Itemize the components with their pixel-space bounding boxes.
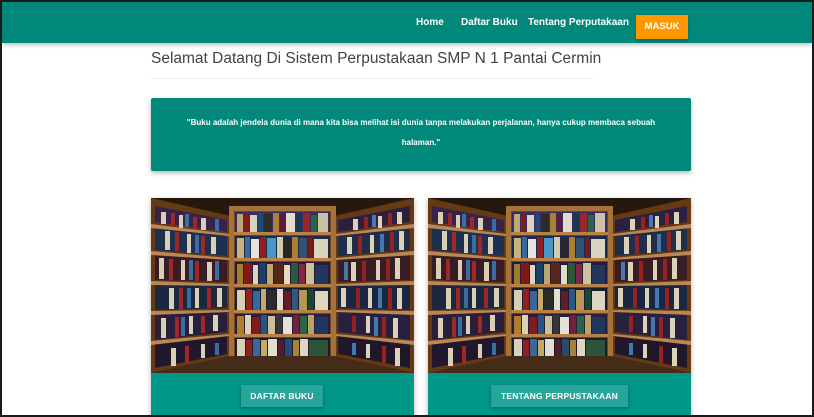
- nav-link-tentang[interactable]: Tentang Perputakaan: [528, 2, 629, 43]
- login-button[interactable]: MASUK: [636, 15, 688, 39]
- top-navbar: Home Daftar Buku Tentang Perputakaan MAS…: [2, 2, 812, 43]
- card-tentang-perpustakaan: TENTANG PERPUSTAKAAN: [428, 198, 691, 415]
- quote-text: "Buku adalah jendela dunia di mana kita …: [186, 118, 656, 147]
- page-title: Selamat Datang Di Sistem Perpustakaan SM…: [151, 50, 602, 67]
- library-bookshelves-image: [428, 198, 691, 373]
- nav-link-home[interactable]: Home: [416, 2, 444, 43]
- card-action-bar: DAFTAR BUKU: [151, 373, 414, 415]
- card-action-bar: TENTANG PERPUSTAKAAN: [428, 373, 691, 415]
- card-daftar-buku: DAFTAR BUKU: [151, 198, 414, 415]
- browser-viewport: Home Daftar Buku Tentang Perputakaan MAS…: [0, 0, 814, 417]
- quote-banner: "Buku adalah jendela dunia di mana kita …: [151, 98, 691, 171]
- daftar-buku-button[interactable]: DAFTAR BUKU: [241, 385, 323, 407]
- nav-link-daftar-buku[interactable]: Daftar Buku: [461, 2, 518, 43]
- library-bookshelves-image: [151, 198, 414, 373]
- title-divider: [151, 78, 593, 79]
- tentang-perpustakaan-button[interactable]: TENTANG PERPUSTAKAAN: [491, 385, 628, 407]
